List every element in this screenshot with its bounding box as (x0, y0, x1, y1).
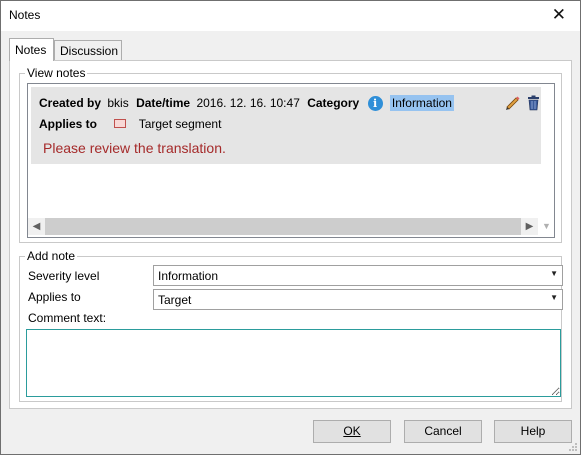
note-applies: Applies to Target segment (39, 116, 221, 131)
comment-label: Comment text: (28, 311, 107, 325)
notes-dialog: Notes ✕ Notes Discussion View notes Crea… (0, 0, 581, 455)
ok-button[interactable]: OK (313, 420, 391, 443)
severity-label: Severity level (28, 269, 100, 283)
trash-icon[interactable] (525, 94, 542, 111)
notes-list[interactable]: Created by bkis Date/time 2016. 12. 16. … (27, 83, 555, 238)
category-label: Category (307, 96, 360, 110)
horizontal-scrollbar[interactable]: ◀ ▶ (28, 218, 538, 235)
category-value: Information (389, 95, 454, 111)
info-icon: i (367, 95, 383, 111)
comment-text-field[interactable] (26, 329, 561, 397)
applies-label: Applies to (28, 290, 81, 304)
scroll-left-icon[interactable]: ◀ (28, 218, 45, 235)
created-by-label: Created by (39, 96, 102, 110)
scroll-down-icon[interactable]: ▼ (538, 218, 554, 235)
add-note-legend: Add note (25, 249, 78, 263)
applies-to-label: Applies to (39, 116, 98, 131)
chevron-down-icon: ▼ (550, 269, 558, 278)
tab-discussion[interactable]: Discussion (54, 40, 122, 61)
notes-tab-panel: View notes Created by bkis Date/time 201… (9, 60, 572, 409)
target-segment-icon (114, 119, 127, 129)
note-item[interactable]: Created by bkis Date/time 2016. 12. 16. … (31, 87, 541, 164)
window-title: Notes (9, 8, 41, 22)
view-notes-legend: View notes (25, 66, 88, 80)
ok-label: OK (343, 424, 361, 438)
note-comment: Please review the translation. (43, 140, 226, 156)
created-by-value: bkis (107, 96, 129, 110)
close-button[interactable]: ✕ (552, 5, 566, 25)
severity-select[interactable]: Information ▼ (153, 265, 563, 286)
cancel-button[interactable]: Cancel (404, 420, 482, 443)
datetime-value: 2016. 12. 16. 10:47 (196, 96, 300, 110)
applies-select[interactable]: Target ▼ (153, 289, 563, 310)
help-label: Help (520, 424, 546, 438)
resize-grip-icon[interactable] (568, 442, 578, 452)
datetime-label: Date/time (136, 96, 191, 110)
view-notes-group: View notes Created by bkis Date/time 201… (19, 66, 562, 243)
title-bar: Notes ✕ (1, 1, 580, 31)
pencil-icon[interactable] (504, 94, 521, 111)
help-button[interactable]: Help (494, 420, 572, 443)
applies-to-value: Target segment (138, 116, 222, 131)
scroll-right-icon[interactable]: ▶ (521, 218, 538, 235)
note-meta: Created by bkis Date/time 2016. 12. 16. … (39, 95, 454, 111)
cancel-label: Cancel (424, 424, 462, 438)
tab-notes[interactable]: Notes (9, 38, 54, 61)
scrollbar-thumb[interactable] (45, 218, 521, 235)
applies-value: Target (158, 293, 192, 307)
severity-value: Information (158, 269, 219, 283)
chevron-down-icon: ▼ (550, 293, 558, 302)
